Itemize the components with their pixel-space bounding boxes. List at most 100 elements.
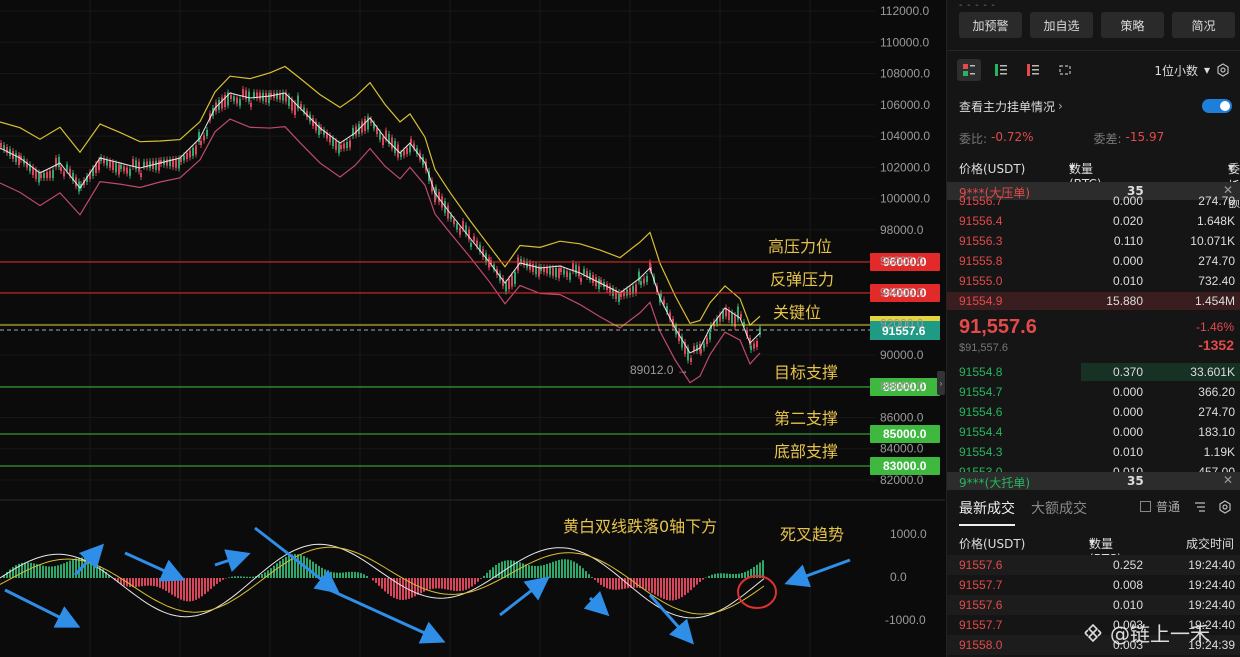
candle-body <box>709 332 711 340</box>
qty-column-header[interactable]: 数量 (BTC) ▾ <box>1069 160 1102 191</box>
macd-histogram-bar <box>24 562 26 578</box>
candle-body <box>706 338 708 344</box>
candle-body <box>367 116 369 130</box>
macd-histogram-bar <box>138 578 140 587</box>
bid-row[interactable]: 91554.6 0.000 274.70 <box>947 402 1240 422</box>
macd-histogram-bar <box>672 578 674 601</box>
filter-icon[interactable] <box>1193 500 1207 514</box>
bid-row[interactable]: 91554.4 0.000 183.10 <box>947 422 1240 442</box>
candle-body <box>166 159 168 166</box>
macd-histogram-bar <box>366 575 368 578</box>
macd-histogram-bar <box>534 565 536 578</box>
ask-row[interactable]: 91555.0 0.010 732.40 <box>947 271 1240 291</box>
bid-row[interactable]: 91554.8 0.370 33.601K <box>947 362 1240 382</box>
macd-histogram-bar <box>663 578 665 600</box>
normal-checkbox[interactable]: 普通 <box>1139 498 1232 515</box>
macd-histogram-bar <box>159 578 161 588</box>
trade-row[interactable]: 91557.7 0.008 19:24:40 <box>947 575 1240 595</box>
divider <box>947 50 1240 51</box>
macd-histogram-bar <box>594 578 596 580</box>
macd-histogram-bar <box>465 578 467 590</box>
cell-price: 91554.8 <box>959 365 1003 379</box>
trade-row[interactable]: 91557.6 0.252 19:24:40 <box>947 555 1240 575</box>
trend-arrow <box>254 526 340 594</box>
candle-body <box>583 269 585 274</box>
macd-histogram-bar <box>147 578 149 586</box>
cell-qty: 0.010 <box>1112 445 1143 459</box>
macd-histogram-bar <box>189 578 191 602</box>
bid-row[interactable]: 91554.7 0.000 366.20 <box>947 382 1240 402</box>
low-price-marker: 89012.0 → <box>630 363 689 377</box>
price-chart[interactable]: 高压力位 96000.0 反弹压力 94000.0 关键位目标支撑 88000.0 第二支撑… <box>0 0 945 657</box>
tab-large-trades[interactable]: 大额成交 <box>1031 498 1087 524</box>
macd-histogram-bar <box>201 578 203 597</box>
big-bid-bar[interactable]: 9***(大托单) 35 ✕ <box>947 472 1240 490</box>
candle-body <box>253 92 255 98</box>
ask-row[interactable]: 91556.7 0.000 274.70 <box>947 191 1240 211</box>
candle-body <box>343 143 345 149</box>
candle-body <box>511 275 513 287</box>
cell-qty: 0.010 <box>1112 598 1143 612</box>
candle-body <box>578 266 580 277</box>
ask-row[interactable]: 91556.4 0.020 1.648K <box>947 211 1240 231</box>
candle-body <box>180 158 182 162</box>
ask-row[interactable]: 91556.3 0.110 10.071K <box>947 231 1240 251</box>
amount-column-header[interactable]: 委托额 ▾ <box>1228 160 1240 210</box>
collapse-panel-handle[interactable]: › <box>937 371 945 395</box>
candle-body <box>15 153 17 162</box>
chart-area[interactable]: 高压力位 96000.0 反弹压力 94000.0 关键位 目标支撑 88000.0 第二支撑… <box>0 0 945 657</box>
ask-row[interactable]: 91554.9 15.880 1.454M <box>947 291 1240 311</box>
bids-only-view-icon[interactable] <box>989 59 1013 81</box>
macd-histogram-bar <box>339 572 341 578</box>
settings-icon[interactable] <box>1216 63 1230 77</box>
macd-histogram-bar <box>582 568 584 578</box>
macd-histogram-bar <box>261 573 263 578</box>
decimals-select[interactable]: 1位小数 ▾ <box>1154 62 1230 79</box>
trade-row[interactable]: 91557.6 0.010 19:24:40 <box>947 595 1240 615</box>
macd-histogram-bar <box>327 570 329 578</box>
overview-button[interactable]: 简况 <box>1172 12 1235 38</box>
settings-icon[interactable] <box>1218 499 1232 514</box>
asks-only-view-icon[interactable] <box>1021 59 1045 81</box>
macd-histogram-bar <box>63 563 65 578</box>
both-sides-view-icon[interactable] <box>957 59 981 81</box>
macd-histogram-bar <box>378 578 380 586</box>
cell-price: 91557.7 <box>959 618 1003 632</box>
ask-row[interactable]: 91555.8 0.000 274.70 <box>947 251 1240 271</box>
chevron-right-icon: › <box>1058 99 1063 113</box>
macd-histogram-bar <box>324 569 326 578</box>
add-alert-button[interactable]: 加预警 <box>959 12 1022 38</box>
macd-histogram-bar <box>33 563 35 578</box>
macd-histogram-bar <box>144 578 146 586</box>
macd-histogram-bar <box>9 569 11 578</box>
candle-body <box>589 273 591 280</box>
close-icon[interactable]: ✕ <box>1223 473 1233 487</box>
macd-histogram-bar <box>216 578 218 584</box>
strategy-button[interactable]: 策略 <box>1101 12 1164 38</box>
cell-time: 19:24:40 <box>1188 558 1235 572</box>
candle-body <box>0 143 2 147</box>
bid-row[interactable]: 91554.3 0.010 1.19K <box>947 442 1240 462</box>
macd-histogram-bar <box>540 565 542 578</box>
candle-body <box>200 141 202 145</box>
trade-qty-header[interactable]: 数量(BTC) ▾ <box>1089 535 1122 566</box>
candle-body <box>563 269 565 275</box>
price-tick-label: 106000.0 <box>880 98 930 112</box>
watch-orders-row[interactable]: 查看主力挂单情况 › <box>959 96 1232 116</box>
macd-histogram-bar <box>42 565 44 578</box>
macd-histogram-bar <box>603 578 605 587</box>
candle-body <box>566 271 568 278</box>
macd-histogram-bar <box>585 571 587 578</box>
candle-body <box>178 158 180 169</box>
tab-latest-trades[interactable]: 最新成交 <box>959 498 1015 526</box>
cell-amount: 732.40 <box>1198 274 1235 288</box>
candle-body <box>620 293 622 297</box>
cell-price: 91554.3 <box>959 445 1003 459</box>
macd-histogram-bar <box>561 559 563 578</box>
chevron-down-icon: ▾ <box>1203 63 1210 77</box>
level-price-tag-label: 83000.0 <box>883 459 927 473</box>
macd-histogram-bar <box>420 578 422 594</box>
add-watchlist-button[interactable]: 加自选 <box>1030 12 1093 38</box>
depth-view-icon[interactable] <box>1053 59 1077 81</box>
watch-orders-toggle[interactable] <box>1202 99 1232 113</box>
